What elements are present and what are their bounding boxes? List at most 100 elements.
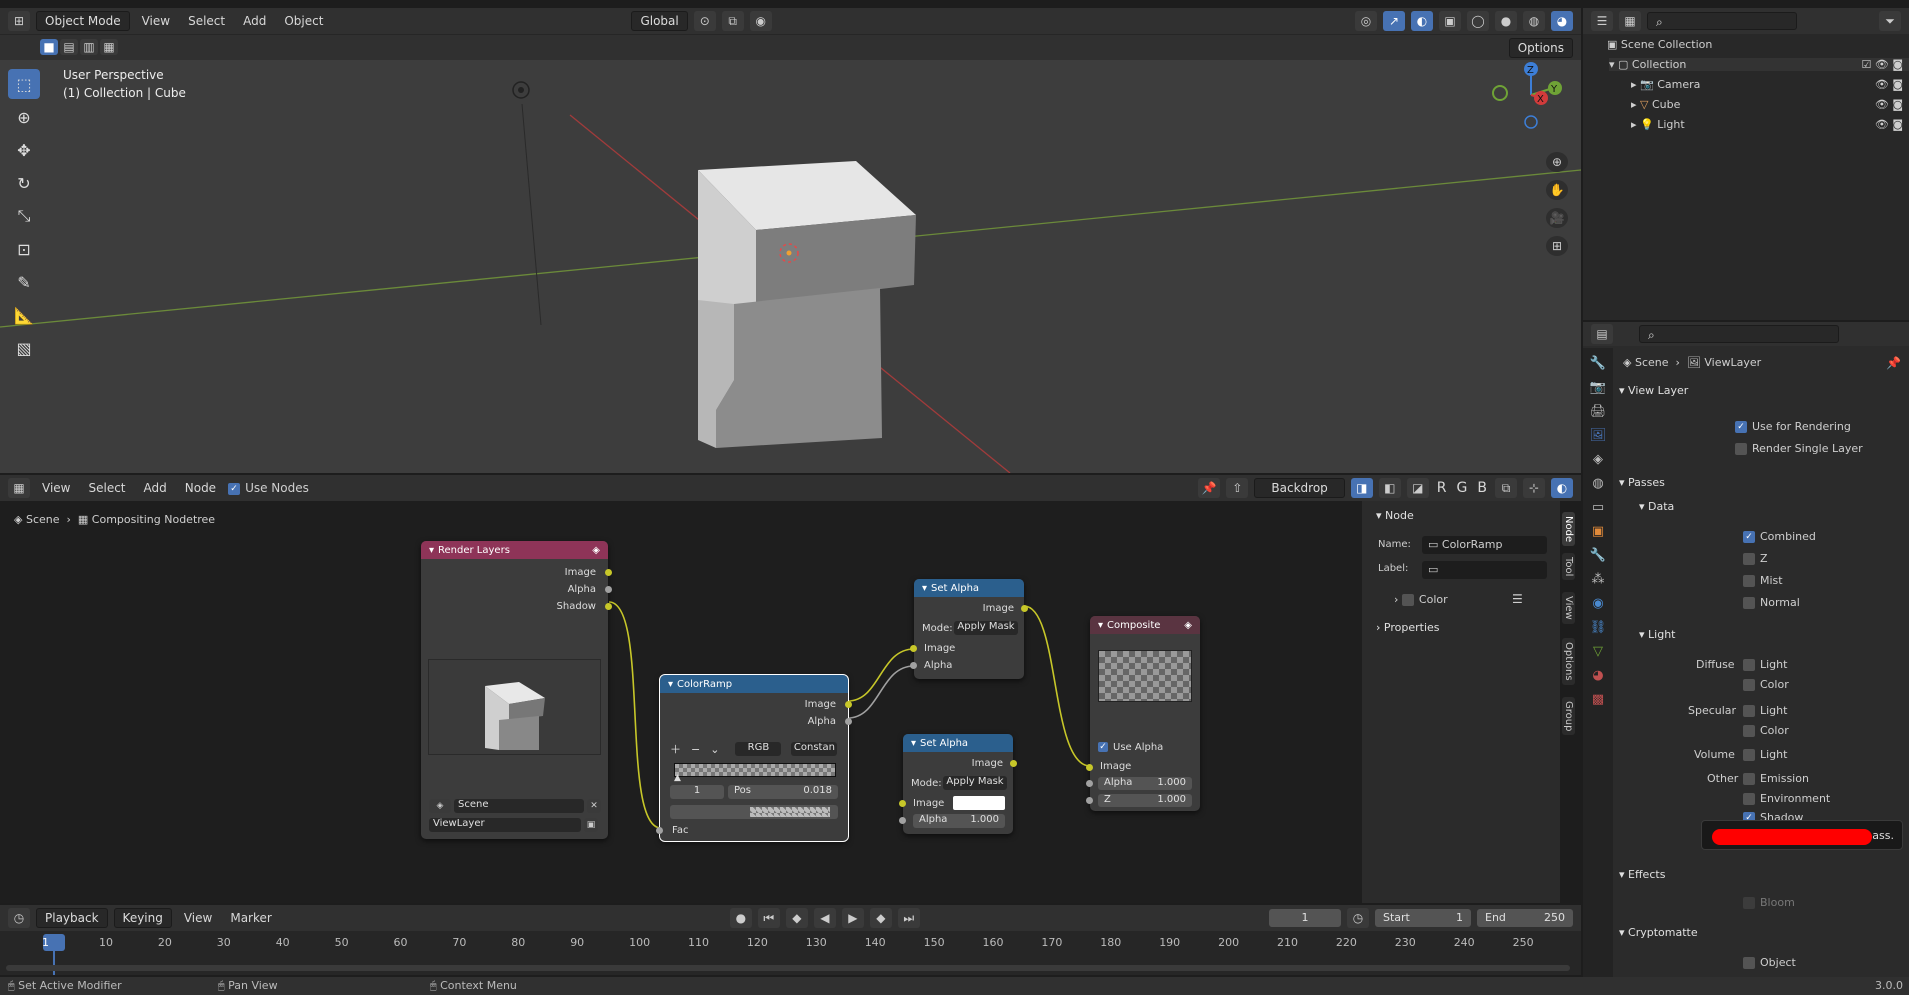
pin-icon[interactable]: 📌 xyxy=(1886,356,1901,370)
pan-hand-icon[interactable]: ✋ xyxy=(1546,180,1568,200)
node-canvas[interactable]: ◈ Scene › ▦ Compositing Nodetree ▾ Rende… xyxy=(0,501,1560,903)
rotate-tool-icon[interactable]: ↻ xyxy=(8,168,40,198)
node-menu-node[interactable]: Node xyxy=(179,479,222,497)
rl-shadow-socket[interactable] xyxy=(605,603,612,610)
node-pin-icon[interactable]: 📌 xyxy=(1198,478,1221,498)
scene-clear-icon[interactable]: ✕ xyxy=(587,799,601,813)
comp-z-field[interactable]: Z 1.000 xyxy=(1098,794,1192,807)
menu-add[interactable]: Add xyxy=(237,12,272,30)
prev-keyframe-icon[interactable]: ◆ xyxy=(785,908,808,928)
tab-view[interactable]: View xyxy=(1562,592,1575,624)
emission-checkbox[interactable]: Emission xyxy=(1743,772,1809,785)
stop-index-field[interactable]: 1 xyxy=(670,785,724,799)
tab-node[interactable]: Node xyxy=(1562,512,1575,547)
transform-tool-icon[interactable]: ⊡ xyxy=(8,234,40,264)
pivot-icon[interactable]: ⊙ xyxy=(693,11,716,31)
move-tool-icon[interactable]: ✥ xyxy=(8,135,40,165)
sa2-alpha-in-socket[interactable] xyxy=(899,817,906,824)
particles-tab-icon[interactable]: ⁂ xyxy=(1592,572,1605,587)
set-alpha-node-2[interactable]: ▾ Set Alpha Image Mode: Apply Mask Image… xyxy=(899,734,1017,834)
select-new-icon[interactable]: ■ xyxy=(40,39,58,55)
render-tab-icon[interactable]: 📷 xyxy=(1590,380,1606,395)
parent-tree-icon[interactable]: ⇧ xyxy=(1226,478,1249,498)
node-menu-add[interactable]: Add xyxy=(138,479,173,497)
stop-pos-field[interactable]: Pos 0.018 xyxy=(728,785,838,799)
mode-dropdown[interactable]: Object Mode xyxy=(36,11,130,31)
cr-fac-socket[interactable] xyxy=(656,827,663,834)
editor-type-icon[interactable]: ⊞ xyxy=(8,11,30,31)
data-tab-icon[interactable]: ▽ xyxy=(1593,644,1603,659)
shadow-checkbox[interactable]: ✓ Shadow xyxy=(1743,811,1803,820)
combined-checkbox[interactable]: ✓ Combined xyxy=(1743,530,1816,543)
select-extend-icon[interactable]: ▤ xyxy=(60,39,78,55)
normal-checkbox[interactable]: Normal xyxy=(1743,596,1800,609)
render-single-layer-checkbox[interactable]: Render Single Layer xyxy=(1735,442,1863,455)
volume-light-checkbox[interactable]: Light xyxy=(1743,748,1787,761)
timeline-menu-marker[interactable]: Marker xyxy=(224,909,277,927)
proportional-icon[interactable]: ◉ xyxy=(749,11,772,31)
view-layer-section[interactable]: ▾ View Layer xyxy=(1619,384,1688,397)
backdrop-button[interactable]: Backdrop xyxy=(1254,478,1345,498)
outliner-light[interactable]: ▸ 💡 Light 👁 ◙ xyxy=(1631,118,1909,131)
comp-z-socket[interactable] xyxy=(1086,797,1093,804)
node-snap-icon[interactable]: ⧉ xyxy=(1495,478,1517,498)
output-tab-icon[interactable]: 🖨 xyxy=(1590,404,1607,419)
ramp-stop-icon[interactable]: ▲ xyxy=(674,773,681,783)
display-mode-icon[interactable]: ▦ xyxy=(1619,11,1641,31)
scene-tab-icon[interactable]: ◈ xyxy=(1593,452,1603,467)
sa2-image-out-socket[interactable] xyxy=(1010,760,1017,767)
sa1-mode-dropdown[interactable]: Apply Mask xyxy=(954,621,1018,635)
backdrop-alpha-icon[interactable]: ◪ xyxy=(1406,478,1429,498)
stop-color-field[interactable] xyxy=(670,805,838,819)
add-stop-icon[interactable]: ＋ xyxy=(670,741,681,757)
light-subsection[interactable]: ▾ Light xyxy=(1639,628,1675,641)
add-cube-tool-icon[interactable]: ▧ xyxy=(8,333,40,363)
ramp-menu-icon[interactable]: ⌄ xyxy=(710,743,719,756)
outliner-search-input[interactable]: ⌕ xyxy=(1647,12,1797,30)
backdrop-rgba-icon[interactable]: ◧ xyxy=(1378,478,1401,498)
measure-tool-icon[interactable]: 📐 xyxy=(8,300,40,330)
channel-g[interactable]: G xyxy=(1455,480,1470,496)
cr-alpha-socket[interactable] xyxy=(845,718,852,725)
properties-panel-header[interactable]: › Properties xyxy=(1376,621,1440,634)
channel-r[interactable]: R xyxy=(1435,480,1449,496)
outliner-scene-collection[interactable]: ▣ Scene Collection xyxy=(1607,38,1712,51)
node-overlay-icon[interactable]: ◐ xyxy=(1551,478,1573,498)
zoom-icon[interactable]: ⊕ xyxy=(1546,152,1568,172)
camera-view-icon[interactable]: 🎥 xyxy=(1546,208,1568,228)
world-tab-icon[interactable]: ◍ xyxy=(1592,476,1603,491)
playback-dropdown[interactable]: Playback xyxy=(36,908,108,928)
frame-ruler[interactable]: 1 10 20 30 40 50 60 70 80 90 100 110 120 130 140 150 160… xyxy=(0,933,1581,953)
texture-tab-icon[interactable]: ▩ xyxy=(1592,692,1604,707)
jump-start-icon[interactable]: ⏮ xyxy=(757,908,780,928)
xray-icon[interactable]: ▣ xyxy=(1439,11,1461,31)
material-shading-icon[interactable]: ◍ xyxy=(1523,11,1545,31)
snap-icon[interactable]: ⧉ xyxy=(721,11,744,31)
bloom-checkbox[interactable]: Bloom xyxy=(1743,896,1795,909)
start-frame-field[interactable]: Start 1 xyxy=(1375,909,1471,927)
diffuse-light-checkbox[interactable]: Light xyxy=(1743,658,1787,671)
object-checkbox[interactable]: Object xyxy=(1743,956,1796,969)
material-tab-icon[interactable]: ◕ xyxy=(1592,668,1603,683)
menu-object[interactable]: Object xyxy=(278,12,329,30)
physics-tab-icon[interactable]: ◉ xyxy=(1592,596,1603,611)
set-alpha-node-1[interactable]: ▾ Set Alpha Image Mode: Apply Mask Image… xyxy=(910,579,1028,679)
tool-tab-icon[interactable]: 🔧 xyxy=(1590,356,1606,371)
node-menu-select[interactable]: Select xyxy=(82,479,131,497)
node-editor-type-icon[interactable]: ▦ xyxy=(8,478,30,498)
remove-stop-icon[interactable]: − xyxy=(691,743,700,756)
channel-b[interactable]: B xyxy=(1475,480,1489,496)
color-subpanel[interactable]: › Color xyxy=(1394,593,1448,606)
jump-end-icon[interactable]: ⏭ xyxy=(897,908,920,928)
use-alpha-checkbox[interactable]: ✓ Use Alpha xyxy=(1098,742,1163,753)
wireframe-shading-icon[interactable]: ◯ xyxy=(1467,11,1489,31)
colorramp-header[interactable]: ▾ ColorRamp xyxy=(660,675,848,693)
composite-node[interactable]: ▾ Composite ◈ ✓ Use Alpha Image Alpha 1.000… xyxy=(1086,616,1200,811)
sa1-image-in-socket[interactable] xyxy=(910,645,917,652)
viewport-3d[interactable]: ⬚ ⊕ ✥ ↻ ⤡ ⊡ ✎ 📐 ▧ User Perspective (1) C… xyxy=(0,60,1581,473)
comp-alpha-field[interactable]: Alpha 1.000 xyxy=(1098,777,1192,790)
gizmo-icon[interactable]: ↗ xyxy=(1383,11,1405,31)
timeline-scrollbar[interactable] xyxy=(6,965,1570,971)
collection-tab-icon[interactable]: ▭ xyxy=(1592,500,1604,515)
visibility-icon[interactable]: ◎ xyxy=(1355,11,1377,31)
